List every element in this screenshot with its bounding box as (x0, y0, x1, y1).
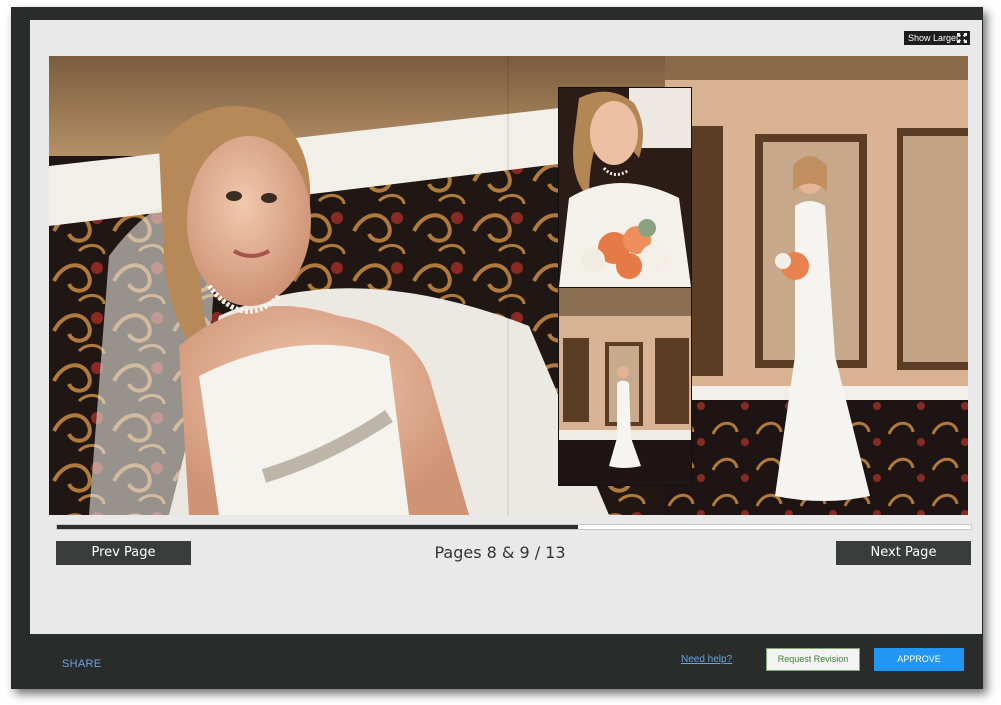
approve-button[interactable]: APPROVE (874, 648, 964, 671)
next-page-button[interactable]: Next Page (836, 541, 971, 565)
request-revision-button[interactable]: Request Revision (766, 648, 860, 671)
bride-full-length-photo (665, 56, 968, 515)
album-progress-fill (57, 525, 578, 529)
album-spread (49, 56, 968, 515)
page-indicator: Pages 8 & 9 / 13 (434, 543, 566, 562)
bride-bouquet-closeup-photo (558, 87, 692, 288)
bride-mirror-room-photo (558, 287, 692, 486)
show-larger-label: Show Larger (908, 33, 960, 43)
show-larger-button[interactable]: Show Larger (904, 31, 970, 45)
need-help-link[interactable]: Need help? (681, 654, 732, 665)
album-progress-bar (56, 524, 972, 530)
share-link[interactable]: SHARE (62, 658, 101, 670)
expand-arrows-icon (957, 33, 967, 43)
prev-page-button[interactable]: Prev Page (56, 541, 191, 565)
